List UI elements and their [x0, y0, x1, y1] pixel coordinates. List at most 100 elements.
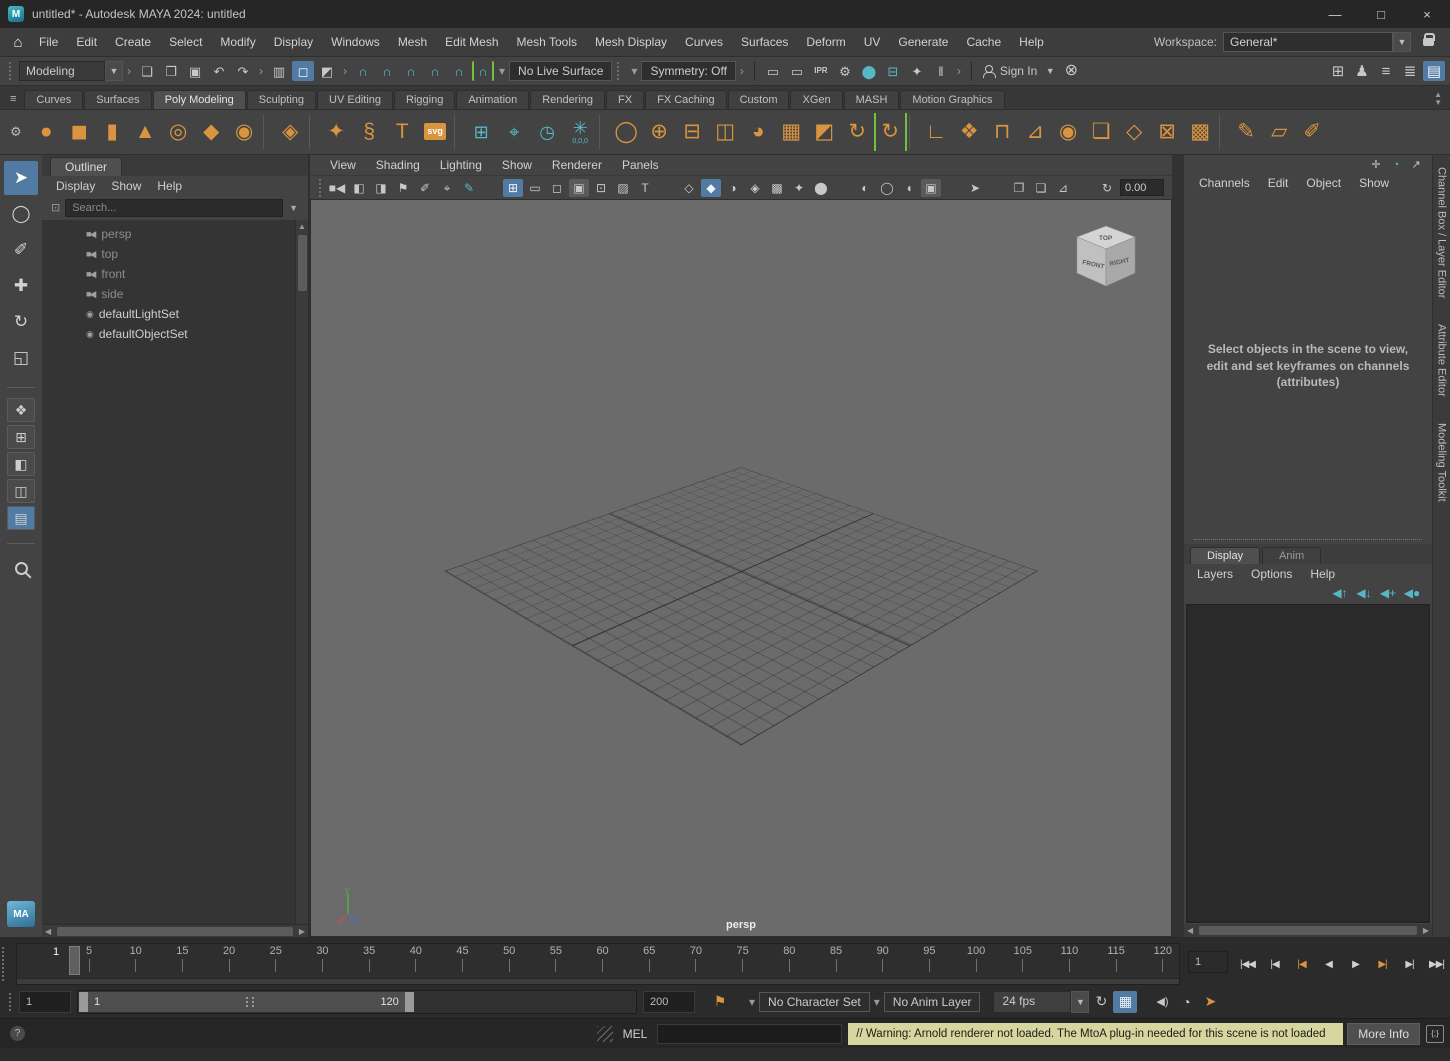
range-center-grip[interactable]	[246, 997, 254, 1007]
textured-icon[interactable]: ◑	[723, 179, 743, 197]
sign-in-button[interactable]: Sign In	[978, 64, 1041, 78]
add-empty-layer-icon[interactable]: ◀+	[1377, 583, 1399, 603]
layer-editor-tab[interactable]: Display	[1190, 547, 1260, 564]
layer-horizontal-scrollbar[interactable]: ◀ ▶	[1184, 924, 1432, 937]
checkered-icon[interactable]: ▩	[767, 179, 787, 197]
go-to-start-button[interactable]: |◀◀	[1234, 951, 1261, 977]
exposure-contrast-icon[interactable]: ⊿	[1053, 179, 1073, 197]
maximize-button[interactable]: □	[1358, 0, 1404, 28]
motion-blur-icon[interactable]: ◯	[877, 179, 897, 197]
zoom-pivot-icon[interactable]: ⌖	[437, 179, 457, 197]
animation-preferences-icon[interactable]: ◔	[1174, 991, 1198, 1013]
viewport-select-icon[interactable]: ➤	[965, 179, 985, 197]
construction-plane-icon[interactable]: ⌖	[498, 113, 531, 151]
poly-cube-icon[interactable]: ◼	[63, 113, 96, 151]
channel-box-menu-item[interactable]: Edit	[1259, 176, 1298, 190]
cache-playback-icon[interactable]: ◔	[1387, 158, 1405, 173]
user-avatar[interactable]: MA	[7, 901, 35, 927]
tab-channel-box-layer-editor[interactable]: Channel Box / Layer Editor	[1436, 167, 1448, 298]
add-layer-from-selected-icon[interactable]: ◀●	[1401, 583, 1423, 603]
layer-editor-tab[interactable]: Anim	[1262, 547, 1321, 564]
menu-item[interactable]: Modify	[211, 28, 264, 56]
home-icon[interactable]: ⌂	[6, 34, 30, 51]
outliner-item[interactable]: ■◀ side	[42, 284, 295, 304]
snap-to-view-plane-icon[interactable]: ∩	[448, 61, 470, 81]
menu-item[interactable]: Surfaces	[732, 28, 797, 56]
layer-editor-menu-item[interactable]: Help	[1301, 567, 1344, 581]
outliner-item[interactable]: ◉ defaultObjectSet	[42, 324, 295, 344]
poly-torus-icon[interactable]: ◎	[162, 113, 195, 151]
shelf-tab[interactable]: UV Editing	[317, 90, 393, 109]
viewport-canvas[interactable]: TOP FRONT RIGHT y persp	[310, 199, 1172, 937]
poly-platonic-solid-icon[interactable]: ◈	[274, 113, 307, 151]
step-back-frame-button[interactable]: |◀	[1261, 951, 1288, 977]
current-frame-field[interactable]	[1188, 951, 1228, 973]
grid-toggle-icon[interactable]: ⊞	[503, 179, 523, 197]
new-scene-icon[interactable]: ❏	[136, 61, 158, 81]
layer-editor-menu-item[interactable]: Options	[1242, 567, 1301, 581]
viewport-menu-item[interactable]: Panels	[612, 158, 669, 172]
scrollbar-thumb[interactable]	[298, 235, 307, 291]
menu-item[interactable]: Edit Mesh	[436, 28, 507, 56]
live-surface-field[interactable]: No Live Surface	[509, 61, 612, 81]
shaded-icon[interactable]: ◆	[701, 179, 721, 197]
menu-item[interactable]: Curves	[676, 28, 732, 56]
group-collapse-arrow[interactable]: ›	[127, 64, 131, 78]
set-keyframe-icon[interactable]: ◷	[531, 113, 564, 151]
playblast-icon[interactable]: ➤	[1198, 991, 1222, 1013]
live-surface-arrow[interactable]: ▾	[631, 64, 637, 78]
animation-start-field[interactable]	[19, 991, 71, 1013]
boolean-icon[interactable]: ◯	[610, 113, 643, 151]
step-forward-key-button[interactable]: ▶|	[1369, 951, 1396, 977]
viewport-menu-item[interactable]: Shading	[366, 158, 430, 172]
menu-set-dropdown-arrow[interactable]: ▼	[105, 61, 123, 81]
group-grip[interactable]	[9, 993, 14, 1011]
gate-mask-icon[interactable]: ▣	[569, 179, 589, 197]
separate-icon[interactable]: ⊟	[676, 113, 709, 151]
redo-icon[interactable]: ↷	[232, 61, 254, 81]
scale-tool[interactable]: ◱	[4, 341, 38, 375]
select-tool[interactable]: ➤	[4, 161, 38, 195]
shelf-gear-icon[interactable]: ⚙	[2, 124, 30, 140]
group-collapse-arrow[interactable]: ›	[343, 64, 347, 78]
group-grip[interactable]	[2, 947, 14, 981]
range-slider-track[interactable]: 1 120	[77, 990, 637, 1014]
camera-attributes-icon[interactable]: ◧	[349, 179, 369, 197]
outliner-item[interactable]: ■◀ persp	[42, 224, 295, 244]
select-hierarchy-icon[interactable]: ▥	[268, 61, 290, 81]
layout-two-pane-stacked[interactable]: ◫	[7, 479, 35, 503]
current-frame-marker[interactable]	[69, 946, 80, 975]
group-collapse-arrow[interactable]: ›	[740, 64, 744, 78]
camera-icon[interactable]: ■◀	[327, 179, 347, 197]
menu-item[interactable]: Display	[265, 28, 322, 56]
camera-select-icon[interactable]: ◨	[371, 179, 391, 197]
connect-icon[interactable]: ❏	[1085, 113, 1118, 151]
menu-item[interactable]: Generate	[889, 28, 957, 56]
move-layer-down-icon[interactable]: ◀↓	[1353, 583, 1375, 603]
bridge-icon[interactable]: ⊓	[986, 113, 1019, 151]
playback-range-bar[interactable]: 1 120	[79, 992, 414, 1012]
open-scene-icon[interactable]: ❐	[160, 61, 182, 81]
resize-grip[interactable]	[597, 1026, 613, 1042]
crease-tool-icon[interactable]: ✎	[1230, 113, 1263, 151]
step-back-key-button[interactable]: |◀	[1288, 951, 1315, 977]
close-button[interactable]: ×	[1404, 0, 1450, 28]
menu-item[interactable]: UV	[855, 28, 890, 56]
shelf-tab[interactable]: Rendering	[530, 90, 605, 109]
snap-to-curve-icon[interactable]: ∩	[376, 61, 398, 81]
modeling-toolkit-icon[interactable]: ⊞	[465, 113, 498, 151]
spin-edge-forward-icon[interactable]: ↻	[874, 113, 907, 151]
anim-layer-select[interactable]: No Anim Layer	[884, 992, 981, 1012]
resolution-gate-icon[interactable]: ◻	[547, 179, 567, 197]
channel-box-menu-item[interactable]: Channels	[1190, 176, 1259, 190]
bookmark-icon[interactable]: ⚑	[393, 179, 413, 197]
workspace-lock-icon[interactable]	[1423, 38, 1434, 46]
poly-sphere-icon[interactable]: ●	[30, 113, 63, 151]
view-cube[interactable]: TOP FRONT RIGHT	[1069, 220, 1143, 294]
snap-to-origin-icon[interactable]: ✳0,0,0	[564, 113, 597, 151]
snap-to-projected-center-icon[interactable]: ∩	[424, 61, 446, 81]
shelf-tab[interactable]: Poly Modeling	[153, 90, 246, 109]
sweep-mesh-icon[interactable]: ✦	[320, 113, 353, 151]
shelf-tab[interactable]: Custom	[728, 90, 790, 109]
mel-toggle[interactable]: MEL	[613, 1027, 658, 1041]
